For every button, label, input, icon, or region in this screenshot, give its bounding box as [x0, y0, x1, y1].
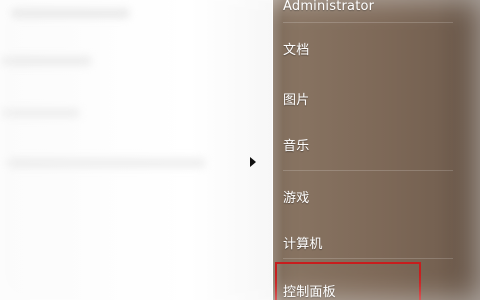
start-menu-left-pane — [0, 0, 272, 300]
menu-item-label: 控制面板 — [283, 284, 336, 300]
blurred-program-item — [0, 108, 80, 118]
menu-item-label: Administrator — [283, 0, 375, 14]
blurred-program-item — [6, 158, 206, 168]
menu-item-pictures[interactable]: 图片 — [283, 84, 453, 112]
menu-divider — [283, 170, 453, 171]
menu-item-control-panel[interactable]: 控制面板 — [283, 276, 453, 300]
blurred-program-item — [0, 56, 92, 66]
chevron-right-icon[interactable] — [250, 157, 256, 167]
blurred-program-item — [10, 8, 130, 18]
menu-item-computer[interactable]: 计算机 — [283, 228, 453, 256]
menu-item-documents[interactable]: 文档 — [283, 34, 453, 62]
menu-item-user-folder[interactable]: Administrator — [283, 0, 453, 20]
menu-divider — [283, 22, 453, 23]
menu-item-label: 文档 — [283, 42, 310, 58]
menu-item-music[interactable]: 音乐 — [283, 130, 453, 158]
start-menu-right-pane: Administrator 文档 图片 音乐 游戏 计算机 控制面板 — [273, 0, 480, 300]
menu-item-label: 图片 — [283, 92, 310, 108]
menu-item-label: 音乐 — [283, 138, 310, 154]
menu-item-label: 游戏 — [283, 190, 310, 206]
menu-divider — [283, 258, 453, 259]
menu-item-label: 计算机 — [283, 236, 323, 252]
menu-item-games[interactable]: 游戏 — [283, 182, 453, 210]
start-menu-screenshot: Administrator 文档 图片 音乐 游戏 计算机 控制面板 — [0, 0, 480, 300]
